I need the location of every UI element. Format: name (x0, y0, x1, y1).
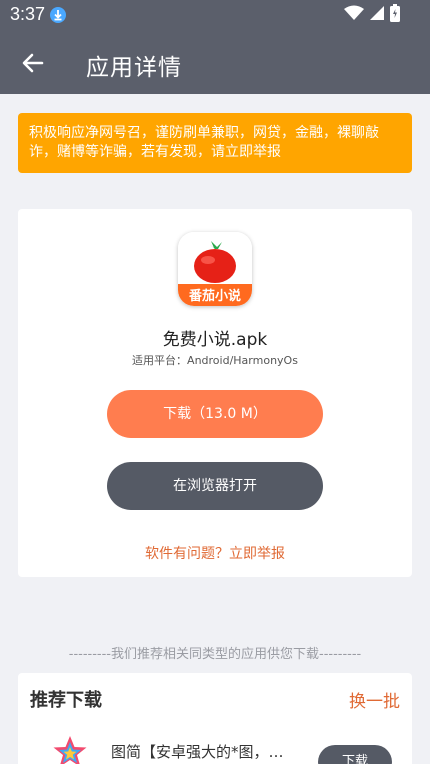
recommend-card: 推荐下载 换一批 图简【安卓强大的*图，… 下载 (18, 673, 412, 764)
wifi-icon (344, 5, 364, 25)
app-bar: 应用详情 (0, 30, 430, 94)
recommend-title: 推荐下载 (30, 690, 102, 711)
recommend-item-icon[interactable] (52, 735, 88, 764)
back-button[interactable] (16, 46, 50, 80)
refresh-batch-button[interactable]: 换一批 (349, 687, 400, 712)
battery-icon (390, 4, 400, 26)
recommend-note: ---------我们推荐相关同类型的应用供您下载--------- (68, 647, 362, 662)
download-button[interactable]: 下载（13.0 M） (107, 390, 323, 438)
status-bar: 3:37 (0, 0, 430, 30)
warning-text: 积极响应净网号召，谨防刷单兼职，网贷，金融，裸聊敲诈，赌博等诈骗，若有发现，请立… (29, 125, 379, 160)
app-platform: 适用平台：Android/HarmonyOs (132, 354, 298, 367)
report-link[interactable]: 软件有问题？立即举报 (18, 543, 412, 563)
app-icon-label: 番茄小说 (188, 288, 241, 304)
warning-banner: 积极响应净网号召，谨防刷单兼职，网贷，金融，裸聊敲诈，赌博等诈骗，若有发现，请立… (18, 113, 412, 173)
app-detail-card: 番茄小说 免费小说.apk 适用平台：Android/HarmonyOs 下载（… (18, 209, 412, 577)
arrow-left-icon (22, 53, 44, 73)
page-title: 应用详情 (86, 55, 182, 81)
signal-icon (369, 5, 385, 25)
recommend-item-download-button[interactable]: 下载 (318, 745, 392, 764)
app-icon: 番茄小说 (178, 232, 252, 306)
download-notification-icon (50, 7, 66, 23)
status-time: 3:37 (10, 4, 46, 24)
recommend-item-name[interactable]: 图简【安卓强大的*图，… (111, 741, 306, 762)
app-name: 免费小说.apk (162, 330, 268, 350)
open-in-browser-button[interactable]: 在浏览器打开 (107, 462, 323, 510)
